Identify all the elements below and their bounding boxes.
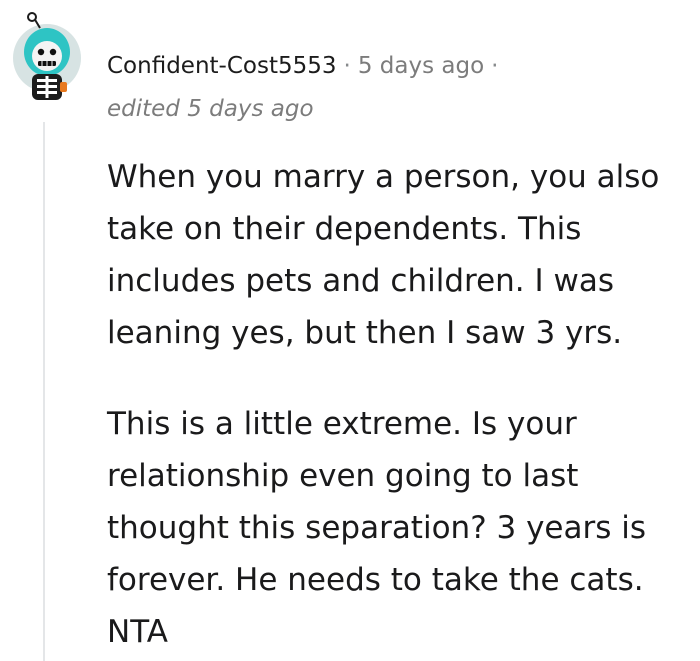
separator-dot: ·	[491, 53, 499, 79]
edited-label: edited 5 days ago	[107, 96, 314, 122]
comment-line: leaning yes, but then I saw 3 yrs.	[107, 315, 623, 351]
comment-paragraph: When you marry a person, you also take o…	[107, 151, 700, 359]
comment-line: take on their dependents. This	[107, 211, 582, 247]
comment: Confident-Cost5553 · 5 days ago · edited 5 …	[0, 0, 700, 661]
separator-dot: ·	[343, 53, 351, 79]
comment-line: thought this separation? 3 years is	[107, 510, 647, 546]
avatar[interactable]	[10, 12, 84, 102]
skeleton-snoo-avatar-icon	[13, 12, 81, 100]
comment-line: When you marry a person, you also	[107, 159, 660, 195]
comment-body: When you marry a person, you also take o…	[107, 151, 700, 658]
comment-line: NTA	[107, 614, 168, 650]
comment-line: includes pets and children. I was	[107, 263, 614, 299]
timestamp-link[interactable]: 5 days ago	[358, 53, 484, 79]
comment-line: This is a little extreme. Is your	[107, 406, 577, 442]
comment-line: relationship even going to last	[107, 458, 579, 494]
comment-paragraph: This is a little extreme. Is your relati…	[107, 398, 700, 658]
thread-collapse-line[interactable]	[43, 122, 45, 661]
comment-line: forever. He needs to take the cats.	[107, 562, 644, 598]
comment-meta: Confident-Cost5553 · 5 days ago ·	[107, 51, 505, 81]
author-link[interactable]: Confident-Cost5553	[107, 53, 337, 79]
